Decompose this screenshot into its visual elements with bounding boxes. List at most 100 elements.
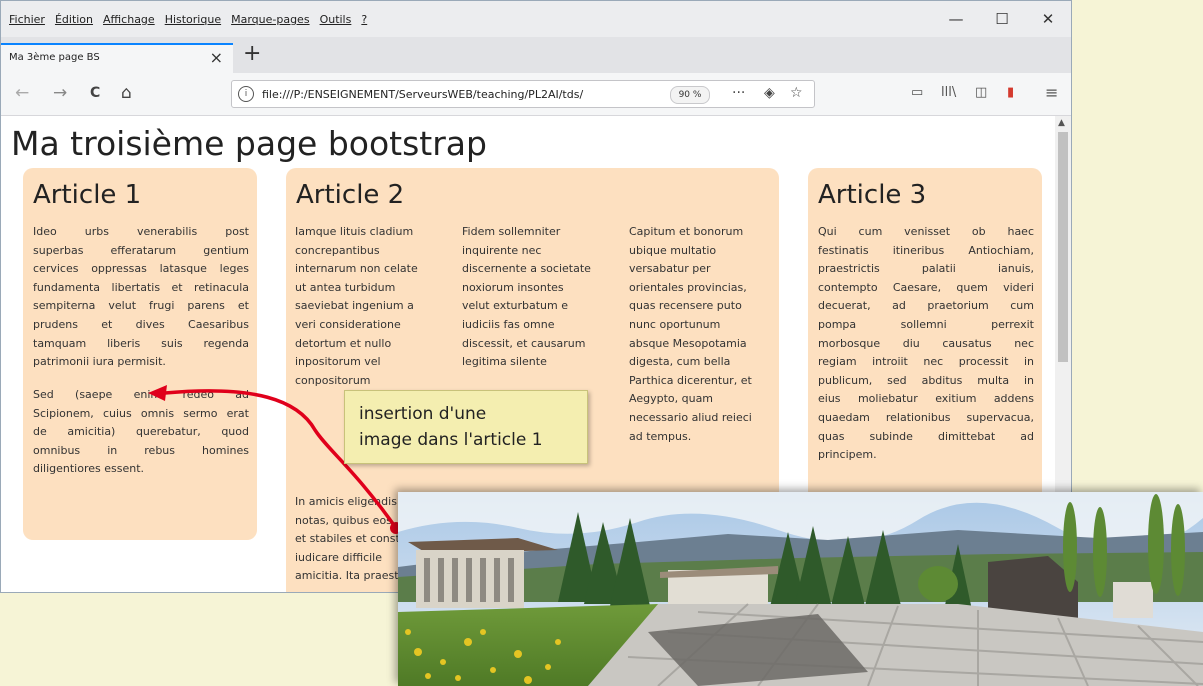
campus-photo	[398, 492, 1203, 686]
article-2-column-3: Capitum et bonorum ubique multatio versaba…	[629, 223, 779, 446]
text-line: Parthica dicerentur, et	[629, 373, 752, 387]
text-line: discessit, et causarum	[462, 336, 586, 350]
menu-help[interactable]: ?	[361, 13, 367, 26]
article-1-paragraph-1: Ideo urbs venerabilis post superbas effer…	[33, 223, 249, 372]
text-line: decuerat, ad praetorium cum	[818, 299, 1034, 313]
text-line: principem.	[818, 448, 877, 462]
navigation-bar: ← → C ⌂ i 90 % ··· ◈ ☆ ▭ lll\ ◫ ▮ ≡	[1, 73, 1071, 116]
text-line: Ideo urbs venerabilis post	[33, 225, 249, 238]
text-line: Aegypto, quam	[629, 392, 714, 406]
text-line: absque Mesopotamia	[629, 336, 747, 350]
text-line: Sed (saepe enim redeo ad	[33, 388, 249, 401]
reload-icon[interactable]: C	[90, 85, 100, 101]
text-line: digesta, cum bella	[629, 355, 731, 369]
text-line: omnibus in rebus homines	[33, 443, 249, 457]
text-line: nunc oportunum	[629, 317, 721, 331]
text-line: prudens et dives Caesaribus	[33, 317, 249, 331]
text-line: pompa sollemni perrexit	[818, 317, 1034, 331]
scroll-thumb[interactable]	[1058, 132, 1068, 362]
page-title: Ma troisième page bootstrap	[11, 124, 487, 163]
text-line: necessario aliud reieci	[629, 410, 752, 424]
text-line: festinatis itineribus Antiochiam,	[818, 243, 1034, 257]
tab-title: Ma 3ème page BS	[9, 52, 100, 63]
text-line: quas subinde dimittebat ad	[818, 429, 1034, 443]
text-line: Qui cum venisset ob haec	[818, 225, 1034, 238]
more-actions-icon[interactable]: ···	[732, 85, 745, 101]
article-1-paragraph-2: Sed (saepe enim redeo ad Scipionem, cuius…	[33, 386, 249, 479]
text-line: superbas efferatarum gentium	[33, 243, 249, 257]
bookmark-star-icon[interactable]: ☆	[790, 85, 803, 101]
annotation-callout: insertion d'une image dans l'article 1	[344, 390, 588, 464]
library-icon[interactable]: lll\	[941, 85, 956, 100]
text-line: diligentiores essent.	[33, 462, 145, 476]
close-window-icon[interactable]: ✕	[1025, 1, 1071, 37]
text-line: ad tempus.	[629, 429, 692, 443]
tab-active[interactable]: Ma 3ème page BS ×	[1, 43, 233, 73]
text-line: morbosque diu causatus nec	[818, 336, 1034, 350]
minimize-icon[interactable]: —	[933, 1, 979, 37]
url-input[interactable]	[262, 84, 662, 104]
callout-line-2: image dans l'article 1	[359, 430, 543, 450]
text-line: contempto Caesare, quem videri	[818, 280, 1034, 294]
text-line: quas recensere puto	[629, 299, 742, 313]
hamburger-menu-icon[interactable]: ≡	[1045, 83, 1058, 102]
url-bar[interactable]: i 90 % ··· ◈ ☆	[231, 80, 815, 108]
menu-bar: Fichier Édition Affichage Historique Mar…	[1, 1, 1071, 37]
extension-icon[interactable]: ▮	[1007, 85, 1014, 100]
menu-marque-pages[interactable]: Marque-pages	[231, 13, 309, 26]
text-line: legitima silente	[462, 355, 547, 369]
text-line: conpositorum	[295, 373, 371, 387]
text-line: fundamenta libertatis et retinacula	[33, 280, 249, 294]
text-line: ubique multatio	[629, 243, 717, 257]
menu-fichier[interactable]: Fichier	[9, 13, 45, 26]
text-line: Scipionem, cuius omnis sermo erat	[33, 406, 249, 420]
text-line: regiam introiit nec processit in	[818, 355, 1034, 369]
sidebar-icon[interactable]: ◫	[975, 85, 987, 100]
forward-icon[interactable]: →	[53, 83, 67, 103]
reader-view-icon[interactable]: ▭	[911, 85, 923, 100]
text-line: sempiterna velut frugi parens et	[33, 299, 249, 313]
text-line: Iamque lituis cladium	[295, 225, 414, 238]
window-controls: — ☐ ✕	[933, 1, 1071, 37]
tab-close-icon[interactable]: ×	[210, 48, 223, 67]
text-line: versabatur per	[629, 262, 711, 276]
menu-historique[interactable]: Historique	[165, 13, 221, 26]
text-line: quaedam relationibus supervacua,	[818, 410, 1034, 424]
text-line: Fidem sollemniter	[462, 225, 561, 238]
new-tab-icon[interactable]: +	[243, 41, 261, 66]
article-1-heading: Article 1	[33, 180, 142, 210]
maximize-icon[interactable]: ☐	[979, 1, 1025, 37]
article-2-heading: Article 2	[296, 180, 405, 210]
text-line: discernente a societate	[462, 262, 591, 276]
article-3-paragraph: Qui cum venisset ob haec festinatis itine…	[818, 223, 1034, 465]
menu-edition[interactable]: Édition	[55, 13, 93, 26]
text-line: ut antea turbidum	[295, 280, 396, 294]
zoom-badge[interactable]: 90 %	[670, 86, 710, 104]
text-line: orientales provincias,	[629, 280, 747, 294]
scroll-up-icon[interactable]: ▲	[1058, 118, 1065, 128]
text-line: concrepantibus	[295, 243, 380, 257]
article-3-heading: Article 3	[818, 180, 927, 210]
article-2-column-2: Fidem sollemniter inquirente nec discernen…	[462, 223, 622, 372]
menu-items: Fichier Édition Affichage Historique Mar…	[9, 13, 367, 26]
article-1: Article 1 Ideo urbs venerabilis post supe…	[23, 168, 257, 540]
text-line: inquirente nec	[462, 243, 542, 257]
text-line: noxiorum insontes	[462, 280, 564, 294]
text-line: velut exturbatum e	[462, 299, 568, 313]
text-line: inpositorum vel	[295, 355, 381, 369]
text-line: praestrictis palatii ianuis,	[818, 262, 1034, 276]
text-line: de amicitia) querebatur, quod	[33, 425, 249, 439]
text-line: Capitum et bonorum	[629, 225, 744, 238]
home-icon[interactable]: ⌂	[121, 83, 132, 103]
info-icon[interactable]: i	[238, 86, 254, 102]
text-line: cervices oppressas latasque leges	[33, 262, 249, 276]
text-line: internarum non celate	[295, 262, 418, 276]
menu-affichage[interactable]: Affichage	[103, 13, 155, 26]
article-2-column-1: Iamque lituis cladium concrepantibus inter…	[295, 223, 455, 390]
text-line: eius moliebatur exitium addens	[818, 392, 1034, 406]
text-line: veri consideratione	[295, 317, 401, 331]
callout-line-1: insertion d'une	[359, 404, 487, 424]
back-icon[interactable]: ←	[15, 83, 29, 103]
pocket-icon[interactable]: ◈	[764, 85, 775, 101]
menu-outils[interactable]: Outils	[320, 13, 352, 26]
